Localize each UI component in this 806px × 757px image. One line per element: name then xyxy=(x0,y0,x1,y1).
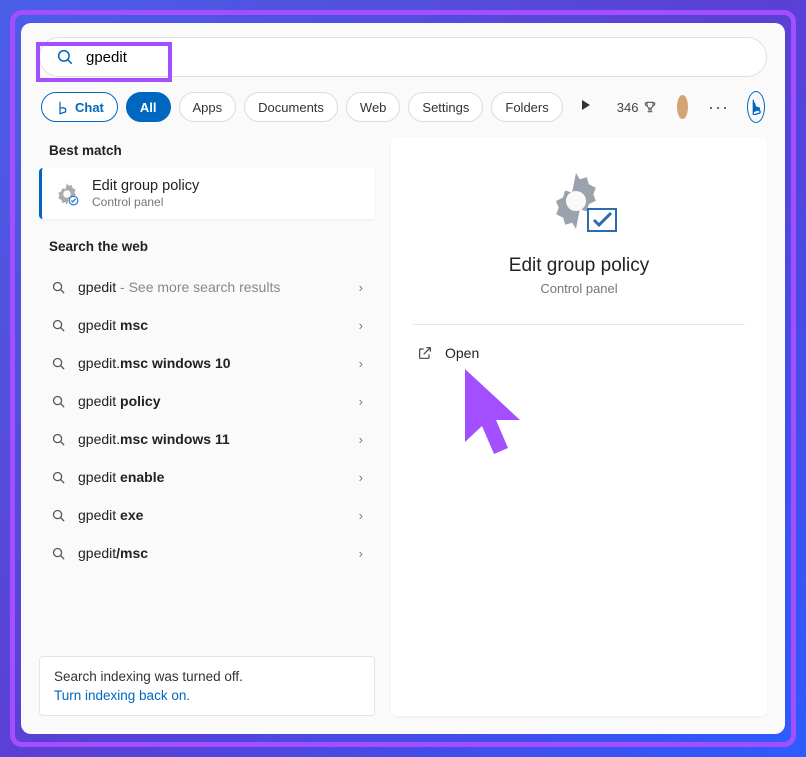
web-result-item[interactable]: gpedit - See more search results › xyxy=(39,268,375,306)
detail-pane: Edit group policy Control panel Open xyxy=(391,137,767,716)
filter-settings[interactable]: Settings xyxy=(408,92,483,122)
web-result-text: gpedit msc xyxy=(78,317,347,333)
more-options-icon[interactable]: ··· xyxy=(708,97,729,118)
web-result-item[interactable]: gpedit enable › xyxy=(39,458,375,496)
detail-subtitle: Control panel xyxy=(540,281,617,296)
filter-all[interactable]: All xyxy=(126,92,171,122)
chevron-right-icon: › xyxy=(359,356,363,371)
filter-chat[interactable]: Chat xyxy=(41,92,118,122)
search-icon xyxy=(51,470,66,485)
open-label: Open xyxy=(445,345,479,361)
web-results-list: gpedit - See more search results›gpedit … xyxy=(39,268,375,572)
indexing-notice: Search indexing was turned off. Turn ind… xyxy=(39,656,375,716)
web-result-item[interactable]: gpedit exe › xyxy=(39,496,375,534)
chevron-right-icon: › xyxy=(359,508,363,523)
web-result-text: gpedit.msc windows 11 xyxy=(78,431,347,447)
best-match-title: Edit group policy xyxy=(92,178,199,194)
gear-large-icon xyxy=(540,169,618,239)
search-icon xyxy=(51,432,66,447)
filter-row: Chat All Apps Documents Web Settings Fol… xyxy=(39,91,767,123)
filter-documents-label: Documents xyxy=(258,100,324,115)
bing-icon xyxy=(748,99,764,115)
open-action[interactable]: Open xyxy=(413,331,745,375)
web-result-item[interactable]: gpedit.msc windows 11 › xyxy=(39,420,375,458)
search-icon xyxy=(51,318,66,333)
web-result-item[interactable]: gpedit msc › xyxy=(39,306,375,344)
open-external-icon xyxy=(417,345,433,361)
gear-icon xyxy=(54,181,80,207)
filter-settings-label: Settings xyxy=(422,100,469,115)
web-result-text: gpedit enable xyxy=(78,469,347,485)
search-icon xyxy=(51,546,66,561)
chevron-right-icon: › xyxy=(359,318,363,333)
web-result-item[interactable]: gpedit.msc windows 10 › xyxy=(39,344,375,382)
detail-title: Edit group policy xyxy=(509,255,649,277)
web-result-item[interactable]: gpedit/msc › xyxy=(39,534,375,572)
best-match-subtitle: Control panel xyxy=(92,195,199,209)
search-icon xyxy=(56,48,74,66)
filter-chat-label: Chat xyxy=(75,100,104,115)
search-web-heading: Search the web xyxy=(39,233,375,264)
best-match-result[interactable]: Edit group policy Control panel xyxy=(39,168,375,219)
filter-documents[interactable]: Documents xyxy=(244,92,338,122)
chevron-right-icon: › xyxy=(359,546,363,561)
chevron-right-icon: › xyxy=(359,470,363,485)
search-icon xyxy=(51,356,66,371)
web-result-text: gpedit policy xyxy=(78,393,347,409)
filter-apps-label: Apps xyxy=(193,100,223,115)
bing-button[interactable] xyxy=(747,91,765,123)
web-result-text: gpedit exe xyxy=(78,507,347,523)
web-result-text: gpedit.msc windows 10 xyxy=(78,355,347,371)
search-bar[interactable] xyxy=(39,37,767,77)
search-input[interactable] xyxy=(86,49,750,66)
rewards-points-value: 346 xyxy=(617,100,639,115)
filter-web-label: Web xyxy=(360,100,387,115)
search-icon xyxy=(51,508,66,523)
filter-overflow-icon[interactable] xyxy=(571,98,601,116)
filter-all-label: All xyxy=(140,100,157,115)
user-avatar[interactable] xyxy=(677,95,688,119)
web-result-text: gpedit - See more search results xyxy=(78,279,347,295)
filter-apps[interactable]: Apps xyxy=(179,92,237,122)
filter-web[interactable]: Web xyxy=(346,92,401,122)
search-icon xyxy=(51,394,66,409)
chevron-right-icon: › xyxy=(359,394,363,409)
indexing-message: Search indexing was turned off. xyxy=(54,669,360,684)
search-icon xyxy=(51,280,66,295)
bing-chat-icon xyxy=(55,100,70,115)
web-result-text: gpedit/msc xyxy=(78,545,347,561)
web-result-item[interactable]: gpedit policy › xyxy=(39,382,375,420)
chevron-right-icon: › xyxy=(359,432,363,447)
filter-folders-label: Folders xyxy=(505,100,548,115)
trophy-icon xyxy=(643,100,657,114)
divider xyxy=(413,324,745,325)
rewards-points[interactable]: 346 xyxy=(617,100,658,115)
indexing-link[interactable]: Turn indexing back on. xyxy=(54,688,360,703)
chevron-right-icon: › xyxy=(359,280,363,295)
filter-folders[interactable]: Folders xyxy=(491,92,562,122)
best-match-heading: Best match xyxy=(39,137,375,168)
